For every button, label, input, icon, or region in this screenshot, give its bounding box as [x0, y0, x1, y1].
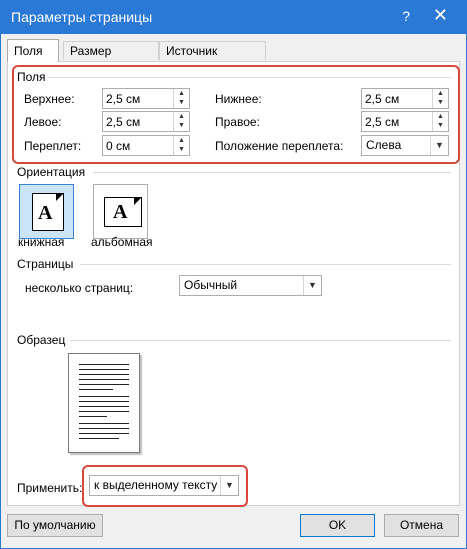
- gutter-input[interactable]: [103, 136, 176, 155]
- left-margin-spinner[interactable]: ▲▼: [102, 111, 190, 132]
- multiple-pages-value: Обычный: [184, 278, 238, 292]
- spin-down-icon[interactable]: ▼: [433, 121, 448, 130]
- spin-up-icon[interactable]: ▲: [433, 112, 448, 121]
- portrait-label[interactable]: книжная: [18, 234, 64, 250]
- gutter-spinner[interactable]: ▲▼: [102, 135, 190, 156]
- spin-down-icon[interactable]: ▼: [433, 98, 448, 107]
- cancel-button[interactable]: Отмена: [384, 514, 459, 537]
- spin-down-icon[interactable]: ▼: [174, 98, 189, 107]
- right-margin-label: Правое:: [215, 115, 260, 129]
- spin-down-icon[interactable]: ▼: [174, 145, 189, 154]
- ok-button[interactable]: OK: [300, 514, 375, 537]
- gutter-label: Переплет:: [24, 139, 82, 153]
- spin-up-icon[interactable]: ▲: [433, 89, 448, 98]
- spin-up-icon[interactable]: ▲: [174, 136, 189, 145]
- left-margin-input[interactable]: [103, 112, 176, 131]
- right-margin-spinner[interactable]: ▲▼: [361, 111, 449, 132]
- divider: [80, 264, 451, 265]
- chevron-down-icon[interactable]: ▼: [220, 476, 238, 495]
- set-as-default-button[interactable]: По умолчанию: [7, 514, 103, 537]
- chevron-down-icon[interactable]: ▼: [430, 136, 448, 155]
- help-icon[interactable]: ?: [402, 8, 410, 24]
- title-bar: Параметры страницы ? ✕: [1, 1, 466, 34]
- bottom-margin-label: Нижнее:: [215, 92, 262, 106]
- left-margin-label: Левое:: [24, 115, 62, 129]
- close-icon[interactable]: ✕: [433, 5, 448, 26]
- bottom-margin-spinner[interactable]: ▲▼: [361, 88, 449, 109]
- window-title: Параметры страницы: [11, 9, 153, 25]
- top-margin-spinner[interactable]: ▲▼: [102, 88, 190, 109]
- tab-margins[interactable]: Поля: [7, 39, 59, 62]
- chevron-down-icon[interactable]: ▼: [303, 276, 321, 295]
- divider: [48, 77, 451, 78]
- pages-group-label: Страницы: [17, 257, 74, 271]
- gutter-position-value: Слева: [366, 138, 402, 152]
- tab-paper-size[interactable]: Размер бумаги: [63, 41, 159, 77]
- landscape-label[interactable]: альбомная: [91, 234, 153, 250]
- portrait-page-icon: A: [32, 193, 64, 231]
- portrait-button[interactable]: A: [19, 184, 74, 239]
- apply-to-value: к выделенному тексту: [94, 478, 218, 492]
- orientation-group-label: Ориентация: [17, 165, 86, 179]
- tab-paper-source[interactable]: Источник бумаги: [159, 41, 266, 77]
- spin-up-icon[interactable]: ▲: [174, 112, 189, 121]
- divider: [93, 172, 451, 173]
- right-margin-input[interactable]: [362, 112, 435, 131]
- page-setup-dialog: Параметры страницы ? ✕ Поля Размер бумаг…: [0, 0, 467, 549]
- divider: [70, 340, 451, 341]
- margins-group-label: Поля: [17, 70, 46, 84]
- apply-to-select[interactable]: к выделенному тексту ▼: [89, 475, 239, 496]
- preview-page: [68, 353, 140, 453]
- margins-tab-panel: Поля Верхнее: ▲▼ Нижнее: ▲▼ Левое: ▲▼ Пр…: [7, 61, 460, 506]
- top-margin-label: Верхнее:: [24, 92, 75, 106]
- multiple-pages-select[interactable]: Обычный ▼: [179, 275, 322, 296]
- preview-group-label: Образец: [17, 333, 66, 347]
- spin-up-icon[interactable]: ▲: [174, 89, 189, 98]
- landscape-page-icon: A: [104, 197, 142, 227]
- landscape-button[interactable]: A: [93, 184, 148, 239]
- spin-down-icon[interactable]: ▼: [174, 121, 189, 130]
- gutter-position-select[interactable]: Слева ▼: [361, 135, 449, 156]
- multiple-pages-label: несколько страниц:: [25, 281, 134, 295]
- top-margin-input[interactable]: [103, 89, 176, 108]
- bottom-margin-input[interactable]: [362, 89, 435, 108]
- gutter-position-label: Положение переплета:: [215, 139, 344, 153]
- apply-to-label: Применить:: [17, 481, 83, 495]
